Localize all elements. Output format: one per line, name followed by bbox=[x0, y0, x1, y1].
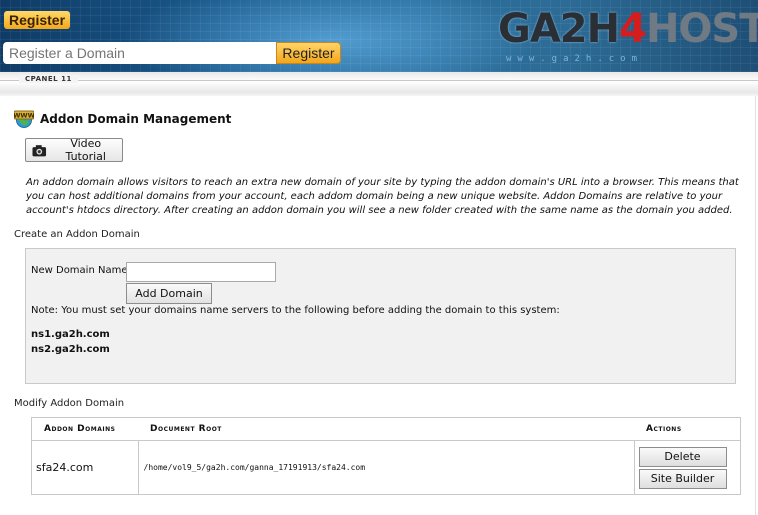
cpanel-strip: CPANEL 11 bbox=[0, 72, 758, 96]
new-domain-label: New Domain Name: bbox=[31, 265, 131, 276]
video-tutorial-button[interactable]: Video Tutorial bbox=[25, 137, 123, 163]
column-header-document-root: Document Root bbox=[138, 417, 634, 441]
camera-icon bbox=[32, 144, 47, 156]
www-globe-icon: WWW bbox=[14, 110, 34, 128]
cpanel-version-label: CPANEL 11 bbox=[19, 75, 78, 83]
video-tutorial-label: Video Tutorial bbox=[65, 137, 106, 163]
addon-domain-cell: sfa24.com bbox=[31, 440, 139, 495]
svg-text:WWW: WWW bbox=[14, 112, 34, 120]
delete-button[interactable]: Delete bbox=[638, 446, 727, 467]
table-header-row: Addon Domains Document Root Actions bbox=[31, 417, 741, 441]
actions-cell: Delete Site Builder bbox=[634, 441, 741, 495]
nameserver-1: ns1.ga2h.com bbox=[31, 329, 110, 340]
column-header-addon-domains: Addon Domains bbox=[31, 417, 138, 441]
logo-url: www.ga2h.com bbox=[506, 54, 644, 64]
nameserver-2: ns2.ga2h.com bbox=[31, 344, 110, 355]
site-builder-button[interactable]: Site Builder bbox=[638, 468, 727, 489]
new-domain-input[interactable] bbox=[126, 262, 276, 282]
header-banner: Register Register GA2H4HOST www.ga2h.com bbox=[0, 0, 758, 72]
create-section-label: Create an Addon Domain bbox=[14, 229, 140, 240]
document-root-cell: /home/vol9_5/ga2h.com/ganna_17191913/sfa… bbox=[138, 440, 635, 495]
page-heading: WWW Addon Domain Management bbox=[14, 109, 231, 129]
main-content: WWW Addon Domain Management Video Tutori… bbox=[0, 96, 758, 515]
table-row: sfa24.com /home/vol9_5/ga2h.com/ganna_17… bbox=[31, 440, 741, 495]
modify-section-label: Modify Addon Domain bbox=[14, 398, 125, 409]
addon-domains-table: Addon Domains Document Root Actions sfa2… bbox=[31, 417, 741, 495]
column-header-actions: Actions bbox=[634, 417, 741, 441]
add-domain-button[interactable]: Add Domain bbox=[126, 283, 212, 304]
create-addon-panel: New Domain Name: Add Domain Note: You mu… bbox=[25, 248, 736, 384]
nameserver-note: Note: You must set your domains name ser… bbox=[31, 305, 560, 316]
description-text: An addon domain allows visitors to reach… bbox=[26, 177, 739, 216]
register-badge[interactable]: Register bbox=[4, 11, 71, 29]
register-button[interactable]: Register bbox=[276, 42, 341, 64]
page-title: Addon Domain Management bbox=[40, 112, 232, 126]
site-logo: GA2H4HOST bbox=[498, 6, 758, 52]
domain-search-input[interactable] bbox=[3, 42, 276, 64]
